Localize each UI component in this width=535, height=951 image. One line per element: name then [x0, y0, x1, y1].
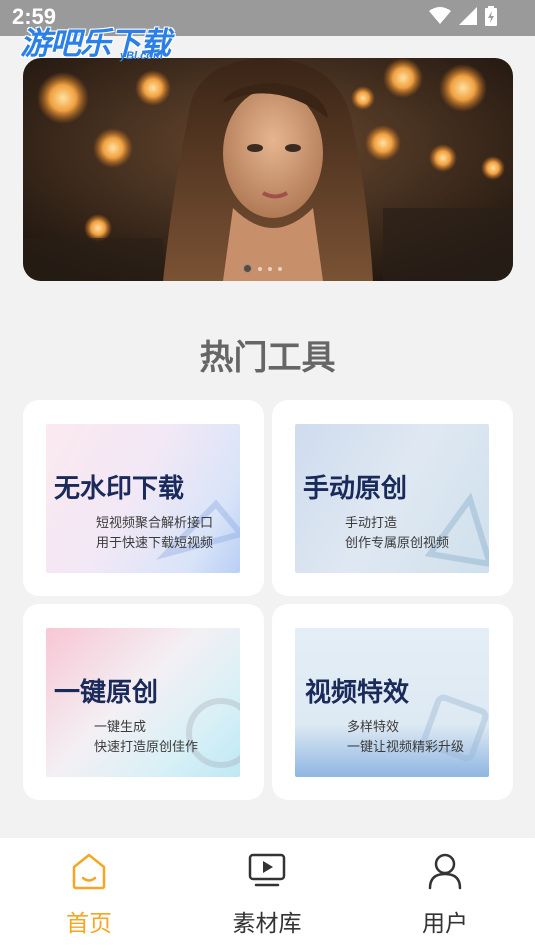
watermark-sub: yBl.com — [120, 50, 163, 62]
tool-card-image: 无水印下载 短视频聚合解析接口 用于快速下载短视频 — [46, 424, 240, 573]
video-library-icon — [248, 853, 286, 887]
tool-subtitle-line1: 一键生成 — [94, 720, 147, 735]
tool-card-video-effects[interactable]: 视频特效 多样特效 一键让视频精彩升级 — [272, 604, 513, 800]
tool-title: 无水印下载 — [54, 474, 185, 504]
tool-card-image: 手动原创 手动打造 创作专属原创视频 — [295, 424, 489, 573]
decor-shape — [421, 694, 489, 762]
tool-subtitle-line1: 多样特效 — [347, 720, 400, 735]
banner-image — [23, 58, 513, 281]
nav-item-user[interactable]: 用户 — [356, 838, 534, 951]
tool-subtitle-line2: 创作专属原创视频 — [345, 536, 450, 551]
carousel-dot[interactable] — [268, 266, 272, 271]
user-icon — [428, 853, 462, 890]
tool-card-image: 视频特效 多样特效 一键让视频精彩升级 — [295, 628, 489, 777]
carousel-dot[interactable] — [258, 266, 262, 271]
nav-label-user: 用户 — [422, 911, 468, 937]
status-icons — [429, 6, 497, 26]
bottom-nav: 首页 素材库 用户 — [0, 838, 535, 951]
wifi-icon — [429, 7, 451, 24]
section-title: 热门工具 — [199, 338, 336, 378]
nav-item-library[interactable]: 素材库 — [178, 838, 356, 951]
signal-icon — [459, 7, 477, 25]
decor-shape — [424, 492, 489, 567]
carousel-dots — [243, 264, 282, 273]
carousel-dot-active[interactable] — [243, 264, 252, 273]
tool-subtitle-line2: 快速打造原创佳作 — [94, 740, 199, 755]
watermark-logo: 游吧乐下载 yBl.com — [20, 18, 171, 63]
tool-subtitle-line1: 短视频聚合解析接口 — [96, 516, 214, 531]
tool-card-image: 一键原创 一键生成 快速打造原创佳作 — [46, 628, 240, 777]
tool-title: 视频特效 — [305, 678, 410, 708]
nav-item-home[interactable]: 首页 — [0, 838, 178, 951]
home-icon — [72, 853, 106, 890]
carousel-dot[interactable] — [278, 266, 282, 271]
tool-card-manual-original[interactable]: 手动原创 手动打造 创作专属原创视频 — [272, 400, 513, 596]
tool-subtitle-line1: 手动打造 — [345, 516, 398, 531]
nav-label-library: 素材库 — [232, 911, 302, 937]
tool-subtitle-line2: 一键让视频精彩升级 — [347, 740, 465, 755]
nav-label-home: 首页 — [66, 911, 112, 937]
tool-card-watermark-free[interactable]: 无水印下载 短视频聚合解析接口 用于快速下载短视频 — [23, 400, 264, 596]
tool-title: 一键原创 — [54, 678, 159, 708]
battery-icon — [485, 6, 497, 26]
banner-carousel[interactable] — [23, 58, 513, 281]
tool-card-one-click-original[interactable]: 一键原创 一键生成 快速打造原创佳作 — [23, 604, 264, 800]
tool-title: 手动原创 — [303, 474, 408, 504]
tool-subtitle-line2: 用于快速下载短视频 — [96, 536, 214, 551]
